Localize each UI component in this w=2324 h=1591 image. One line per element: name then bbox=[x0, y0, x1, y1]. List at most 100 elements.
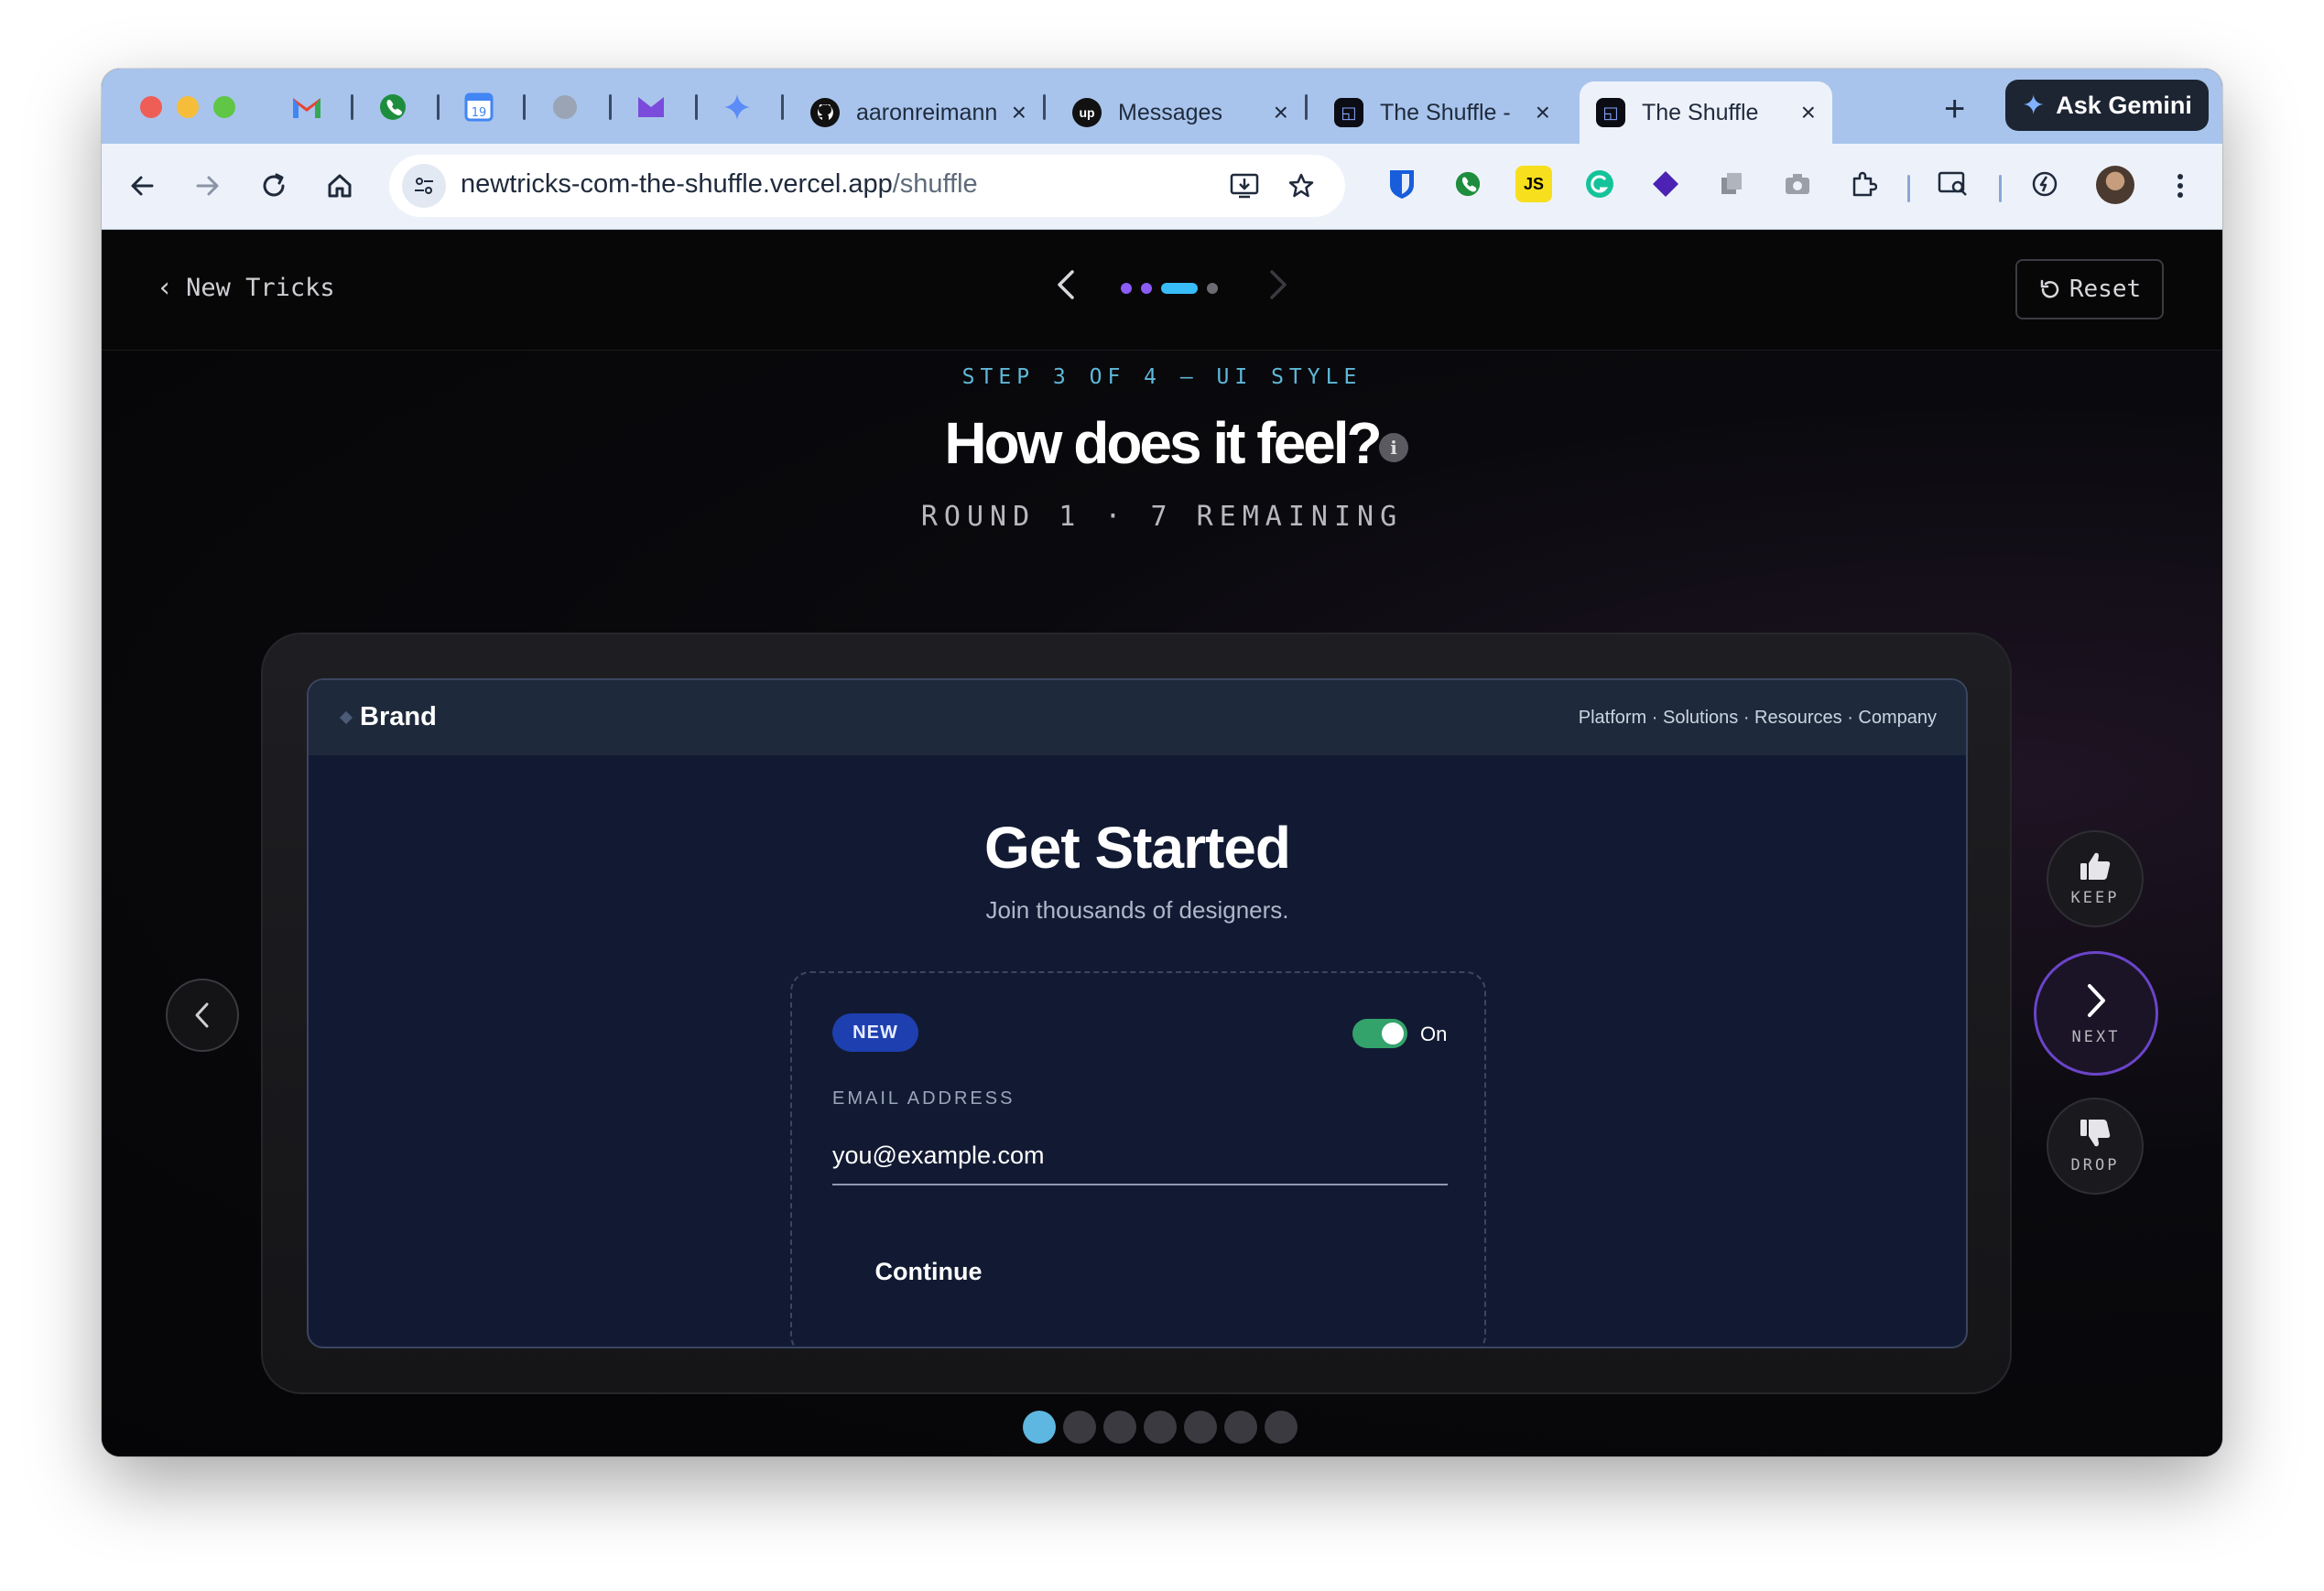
keep-button[interactable]: KEEP bbox=[2047, 830, 2144, 927]
javascript-extension-icon[interactable]: JS bbox=[1515, 166, 1552, 202]
performance-icon[interactable] bbox=[2026, 166, 2063, 202]
back-link-label: New Tricks bbox=[186, 274, 335, 302]
diamond-extension-icon[interactable] bbox=[1647, 166, 1684, 202]
previous-step-button[interactable] bbox=[1054, 266, 1078, 312]
calendar-icon[interactable]: 19 bbox=[462, 91, 495, 124]
step-dot-1 bbox=[1121, 283, 1132, 294]
github-icon bbox=[810, 98, 840, 127]
close-tab-icon[interactable]: × bbox=[1274, 98, 1288, 127]
browser-menu-icon[interactable] bbox=[2158, 164, 2202, 208]
install-app-icon[interactable] bbox=[1224, 166, 1265, 206]
preview-subtitle: Join thousands of designers. bbox=[985, 896, 1289, 924]
forward-button[interactable] bbox=[186, 164, 230, 208]
shuffle-icon: ◱ bbox=[1596, 98, 1625, 127]
round-dot-3[interactable] bbox=[1103, 1411, 1136, 1444]
round-dot-7[interactable] bbox=[1265, 1411, 1298, 1444]
close-tab-icon[interactable]: × bbox=[1536, 98, 1550, 127]
tab-the-shuffle-1[interactable]: ◱ The Shuffle - × bbox=[1318, 81, 1567, 144]
round-dot-4[interactable] bbox=[1144, 1411, 1177, 1444]
drop-label: DROP bbox=[2070, 1156, 2120, 1174]
back-button[interactable] bbox=[120, 164, 164, 208]
previous-card-button[interactable] bbox=[166, 979, 239, 1052]
close-window-button[interactable] bbox=[140, 96, 162, 118]
tab-search-icon[interactable] bbox=[1935, 166, 1971, 202]
new-tab-button[interactable]: + bbox=[1944, 89, 1965, 130]
close-tab-icon[interactable]: × bbox=[1801, 98, 1816, 127]
reload-button[interactable] bbox=[252, 164, 296, 208]
close-tab-icon[interactable]: × bbox=[1012, 98, 1026, 127]
mail-icon[interactable] bbox=[635, 91, 668, 124]
chevron-left-icon bbox=[195, 1002, 209, 1028]
page-title: How does it feel? bbox=[944, 410, 1382, 476]
tab-separator bbox=[695, 94, 698, 120]
preview-brand-label: Brand bbox=[360, 702, 437, 731]
reset-button[interactable]: Reset bbox=[2015, 259, 2164, 319]
round-dot-5[interactable] bbox=[1184, 1411, 1217, 1444]
zoom-window-button[interactable] bbox=[213, 96, 235, 118]
ask-gemini-button[interactable]: ✦ Ask Gemini bbox=[2005, 80, 2209, 131]
preview-nav-links: Platform · Solutions · Resources · Compa… bbox=[1578, 708, 1937, 728]
gemini-icon[interactable] bbox=[721, 91, 754, 124]
new-badge: NEW bbox=[832, 1013, 918, 1052]
tab-title: The Shuffle - bbox=[1380, 99, 1511, 125]
info-icon[interactable]: i bbox=[1379, 433, 1408, 462]
toggle-label: On bbox=[1420, 1023, 1448, 1045]
address-bar[interactable]: newtricks-com-the-shuffle.vercel.app/shu… bbox=[389, 155, 1345, 217]
preview-toggle[interactable] bbox=[1352, 1019, 1407, 1048]
tab-github[interactable]: aaronreimann × bbox=[794, 81, 1043, 144]
grammarly-icon[interactable] bbox=[1581, 166, 1618, 202]
next-label: NEXT bbox=[2071, 1028, 2121, 1046]
tab-separator bbox=[1043, 94, 1046, 120]
tab-title: Messages bbox=[1118, 99, 1222, 125]
url-host: newtricks-com-the-shuffle.vercel.app bbox=[461, 169, 893, 199]
minimize-window-button[interactable] bbox=[177, 96, 199, 118]
bitwarden-icon[interactable] bbox=[1384, 166, 1420, 202]
round-pagination bbox=[1023, 1411, 1298, 1444]
gemini-icon: ✦ bbox=[2022, 90, 2046, 121]
url-text[interactable]: newtricks-com-the-shuffle.vercel.app/shu… bbox=[461, 169, 978, 200]
continue-button[interactable]: Continue bbox=[832, 1244, 1025, 1299]
app-header: ‹ New Tricks Reset bbox=[102, 230, 2222, 351]
copy-extension-icon[interactable] bbox=[1713, 166, 1750, 202]
tab-separator bbox=[523, 94, 526, 120]
tab-separator bbox=[781, 94, 784, 120]
camera-icon[interactable] bbox=[1779, 166, 1816, 202]
shuffle-icon: ◱ bbox=[1334, 98, 1363, 127]
email-field[interactable] bbox=[832, 1127, 1448, 1185]
preview-title: Get Started bbox=[984, 815, 1291, 881]
home-button[interactable] bbox=[318, 164, 362, 208]
undo-icon bbox=[2040, 279, 2059, 298]
browser-window: 19 aaronreimann × up Messages × ◱ The Sh… bbox=[102, 69, 2222, 1456]
reset-label: Reset bbox=[2069, 276, 2142, 303]
phone-extension-icon[interactable] bbox=[1450, 166, 1486, 202]
round-label: ROUND 1 · 7 REMAINING bbox=[920, 501, 1404, 533]
preview-signup-card: NEW On EMAIL ADDRESS Continue bbox=[790, 971, 1486, 1347]
step-label: STEP 3 OF 4 — UI STYLE bbox=[961, 365, 1363, 389]
round-dot-6[interactable] bbox=[1224, 1411, 1257, 1444]
site-info-icon[interactable] bbox=[402, 164, 446, 208]
profile-avatar[interactable] bbox=[2096, 166, 2134, 204]
back-to-new-tricks-link[interactable]: ‹ New Tricks bbox=[157, 272, 335, 304]
round-dot-2[interactable] bbox=[1063, 1411, 1096, 1444]
keep-label: KEEP bbox=[2070, 889, 2120, 907]
globe-icon[interactable] bbox=[548, 91, 581, 124]
round-dot-1-active[interactable] bbox=[1023, 1411, 1056, 1444]
phone-icon[interactable] bbox=[376, 91, 409, 124]
tab-separator bbox=[437, 94, 440, 120]
tab-the-shuffle-active[interactable]: ◱ The Shuffle × bbox=[1580, 81, 1832, 144]
tab-separator bbox=[609, 94, 612, 120]
chevron-left-icon: ‹ bbox=[157, 272, 174, 304]
thumbs-down-icon bbox=[2080, 1120, 2111, 1147]
gmail-icon[interactable] bbox=[290, 91, 323, 124]
next-button[interactable]: NEXT bbox=[2034, 951, 2158, 1076]
ui-style-preview: Brand Platform · Solutions · Resources ·… bbox=[307, 678, 1968, 1348]
step-progress-indicator bbox=[1121, 283, 1218, 294]
next-step-button[interactable] bbox=[1266, 266, 1290, 312]
brand-diamond-icon bbox=[339, 710, 353, 724]
bookmark-star-icon[interactable] bbox=[1281, 166, 1321, 206]
preview-brand: Brand bbox=[339, 702, 437, 732]
tab-messages[interactable]: up Messages × bbox=[1056, 81, 1305, 144]
drop-button[interactable]: DROP bbox=[2047, 1098, 2144, 1195]
toolbar-divider bbox=[1999, 175, 2002, 202]
extensions-puzzle-icon[interactable] bbox=[1845, 166, 1882, 202]
